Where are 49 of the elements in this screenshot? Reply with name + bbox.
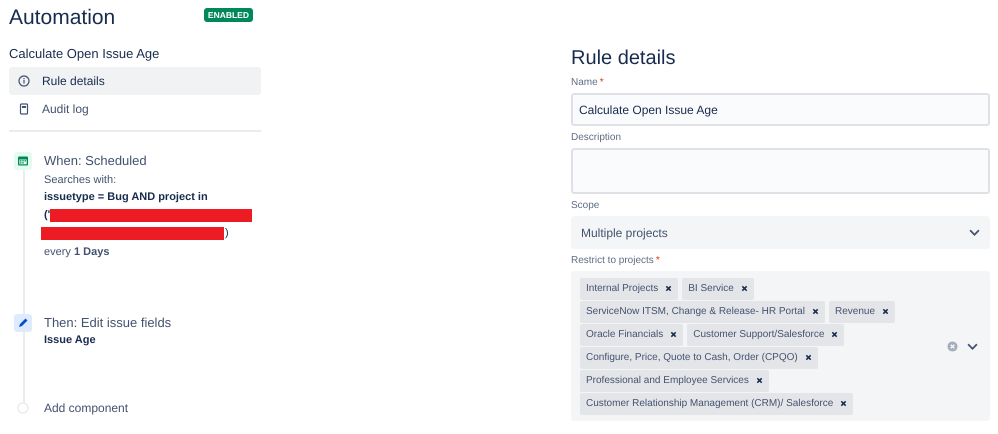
- component-title[interactable]: When: Scheduled: [44, 152, 252, 170]
- remove-icon[interactable]: [804, 354, 812, 361]
- scope-select[interactable]: Multiple projects: [571, 216, 990, 249]
- required-marker: *: [656, 255, 660, 266]
- description-field[interactable]: [571, 148, 990, 194]
- pencil-icon: [14, 314, 32, 332]
- remove-icon[interactable]: [670, 331, 678, 338]
- add-component-link[interactable]: Add component: [44, 401, 128, 415]
- component-subtitle: Searches with:: [44, 173, 118, 188]
- tag-label: ServiceNow ITSM, Change & Release- HR Portal: [586, 306, 805, 317]
- tag-label: Customer Support/Salesforce: [693, 329, 824, 340]
- schedule-text: every 1 Days: [44, 245, 110, 260]
- tag-label: Oracle Financials: [586, 329, 664, 340]
- remove-icon[interactable]: [812, 308, 819, 315]
- remove-icon[interactable]: [756, 377, 763, 384]
- component-detail: Issue Age: [44, 333, 97, 348]
- remove-icon[interactable]: [882, 308, 890, 315]
- name-field[interactable]: Calculate Open Issue Age: [571, 93, 990, 126]
- search-query: issuetype = Bug AND project in: [44, 190, 209, 205]
- tag-label: Internal Projects: [586, 283, 658, 294]
- document-icon: [18, 103, 30, 115]
- info-icon: [18, 75, 30, 87]
- tag-label: BI Service: [688, 283, 734, 294]
- nav-item[interactable]: Audit log: [9, 95, 261, 123]
- tag-label: Customer Relationship Management (CRM)/ Salesforce: [586, 398, 834, 409]
- remove-icon[interactable]: [740, 285, 748, 292]
- field-label: Scope: [571, 200, 600, 211]
- component-title[interactable]: Then: Edit issue fields: [44, 314, 172, 332]
- field-label: Description: [571, 132, 622, 143]
- projects-select[interactable]: [571, 271, 990, 421]
- tag-label: Professional and Employee Services: [586, 375, 749, 386]
- remove-icon[interactable]: [840, 400, 848, 407]
- page-title: Automation: [9, 6, 116, 30]
- nav-item[interactable]: Rule details: [9, 67, 261, 95]
- query-text: (': [44, 208, 50, 222]
- query-text: ): [225, 227, 229, 239]
- field-label: Name: [571, 77, 598, 88]
- remove-icon[interactable]: [665, 285, 672, 292]
- remove-icon[interactable]: [831, 331, 838, 338]
- rule-name: Calculate Open Issue Age: [9, 46, 160, 61]
- tag-label: Configure, Price, Quote to Cash, Order (CPQO): [586, 352, 798, 363]
- tag-label: Revenue: [834, 306, 876, 317]
- required-marker: *: [600, 77, 604, 88]
- section-title: Rule details: [571, 46, 677, 71]
- status-badge: ENABLED: [204, 8, 253, 22]
- calendar-icon: [14, 152, 32, 170]
- chevron-down-icon: [969, 229, 980, 236]
- chevron-down-icon[interactable]: [967, 342, 978, 350]
- field-label: Restrict to projects: [571, 255, 654, 266]
